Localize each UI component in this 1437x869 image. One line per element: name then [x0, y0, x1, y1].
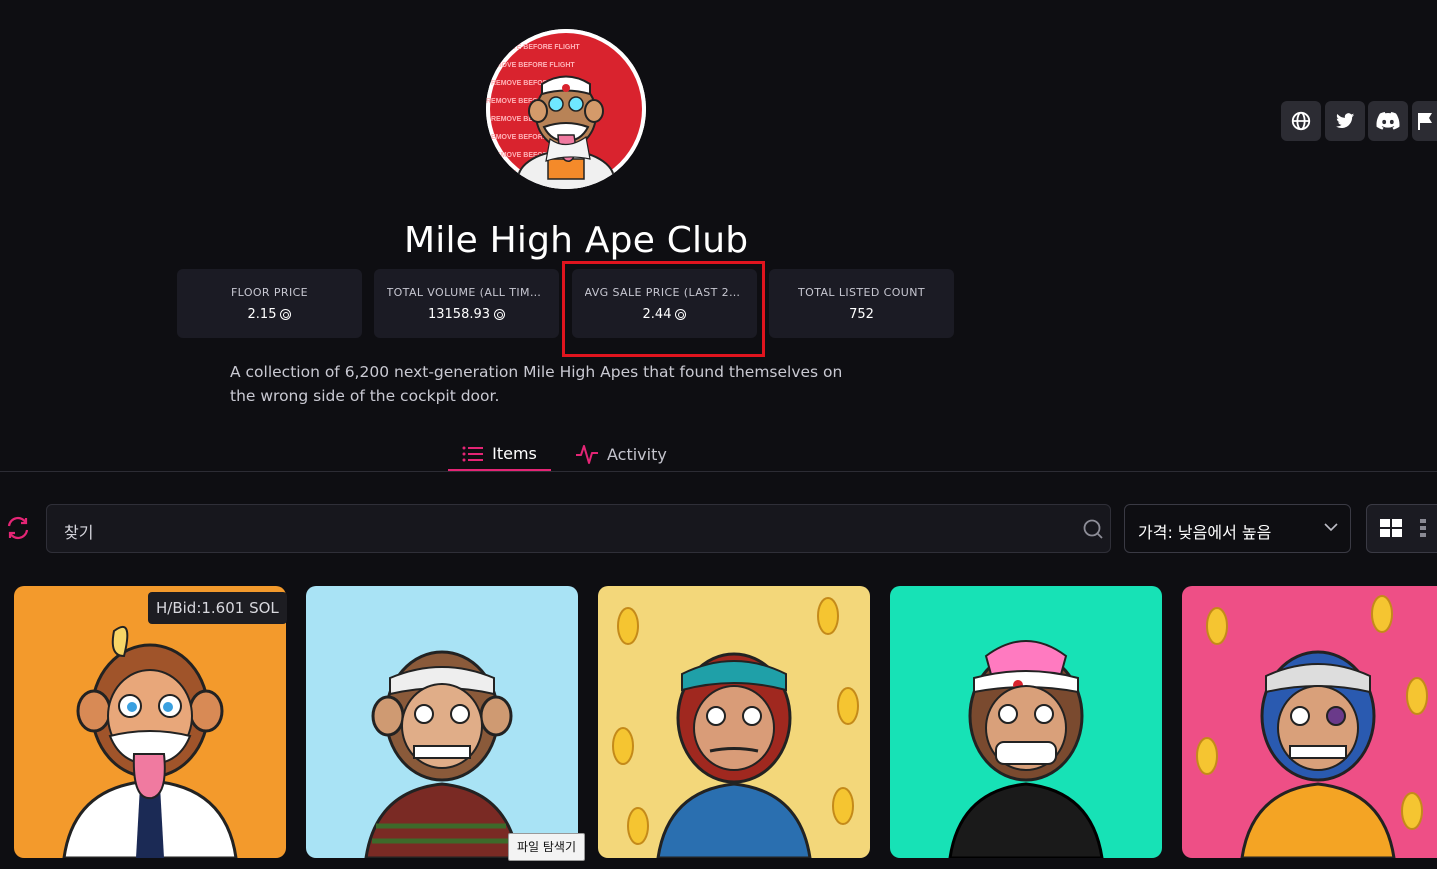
stat-label: FLOOR PRICE [230, 285, 309, 299]
nft-image [1196, 595, 1428, 858]
nft-card[interactable] [598, 586, 870, 858]
stat-floor-price: FLOOR PRICE 2.15 [177, 269, 362, 338]
highlight-box [562, 261, 765, 357]
nft-image [948, 640, 1104, 858]
nft-image [62, 625, 238, 858]
stat-label: TOTAL LISTED COUNT [798, 285, 925, 299]
activity-icon [576, 445, 598, 464]
stat-value: 752 [849, 307, 874, 322]
stat-value-text: 2.15 [247, 306, 277, 322]
discord-button[interactable] [1368, 101, 1408, 141]
chevron-down-icon [1324, 523, 1338, 532]
tabs-divider [0, 471, 1437, 472]
sort-select[interactable]: 가격: 낮음에서 높음 [1124, 504, 1351, 553]
stat-value: 13158.93 [427, 306, 506, 322]
stat-value: 2.15 [248, 307, 292, 322]
search-icon [1083, 519, 1103, 539]
flag-icon [1418, 113, 1432, 130]
refresh-button[interactable] [5, 515, 31, 541]
tab-items[interactable]: Items [448, 438, 551, 472]
taskbar-tooltip: 파일 탐색기 [508, 833, 586, 861]
sol-icon [280, 308, 292, 320]
website-button[interactable] [1281, 101, 1321, 141]
nft-card[interactable] [14, 586, 286, 858]
collection-title: Mile High Ape Club [404, 220, 749, 261]
refresh-icon [7, 516, 29, 540]
view-toggle[interactable] [1366, 504, 1437, 553]
collection-avatar: REMOVE BEFORE FLIGHT REMOVE BEFORE FLIGH… [486, 29, 646, 189]
tab-label: Activity [607, 444, 667, 464]
twitter-button[interactable] [1325, 101, 1365, 141]
stat-total-volume: TOTAL VOLUME (ALL TIME... 13158.93 [374, 269, 559, 338]
nft-image [612, 597, 859, 858]
report-button[interactable] [1412, 101, 1437, 141]
nft-card[interactable] [306, 586, 578, 858]
twitter-icon [1335, 113, 1355, 129]
tab-activity[interactable]: Activity [575, 438, 667, 470]
nft-card[interactable] [1182, 586, 1437, 858]
nft-image [364, 650, 520, 858]
stat-total-listed: TOTAL LISTED COUNT 752 [769, 269, 954, 338]
stat-label: TOTAL VOLUME (ALL TIME... [386, 285, 547, 299]
sort-selected: 가격: 낮음에서 높음 [1138, 523, 1272, 542]
collection-description: A collection of 6,200 next-generation Mi… [230, 363, 843, 405]
search-placeholder: 찾기 [64, 523, 94, 542]
stat-value-text: 13158.93 [427, 306, 491, 322]
globe-icon [1291, 111, 1311, 131]
search-input[interactable]: 찾기 [46, 504, 1111, 553]
grid-view-icon [1380, 519, 1426, 537]
avatar-banner-text: REMOVE BEFORE FLIGHT [491, 44, 580, 51]
discord-icon [1376, 112, 1400, 130]
nft-card[interactable] [890, 586, 1162, 858]
sol-icon [494, 308, 506, 320]
stat-value-text: 752 [849, 306, 874, 322]
highest-bid-badge: H/Bid:1.601 SOL [148, 592, 287, 624]
list-icon [462, 446, 484, 461]
avatar-banner-text: REMOVE BEFORE FLIGHT [486, 62, 575, 69]
tab-label: Items [492, 444, 537, 463]
